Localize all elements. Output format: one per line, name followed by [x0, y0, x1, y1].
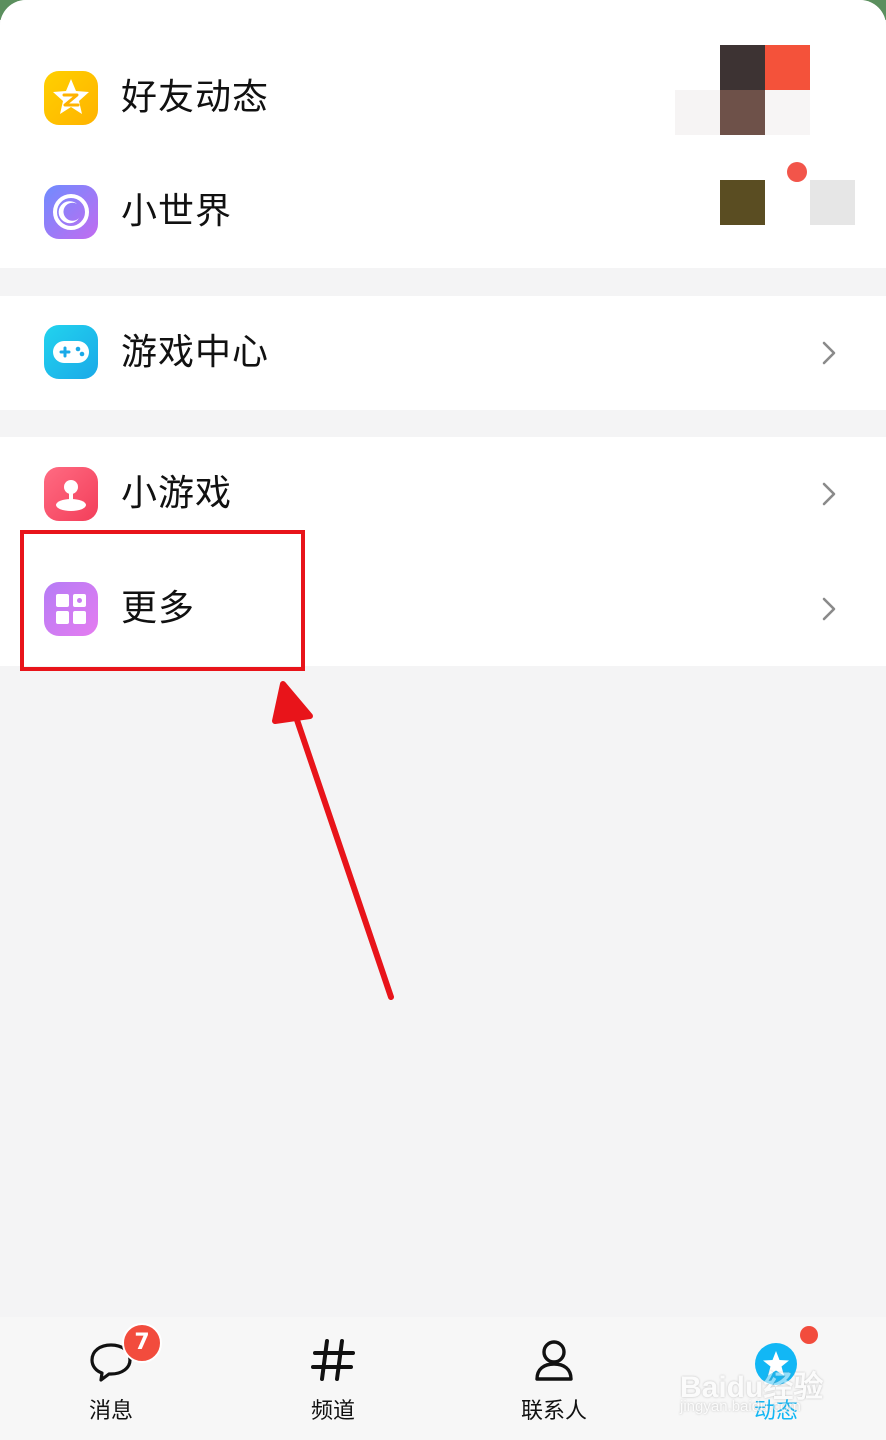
watermark-sub: jingyan.baidu.com	[680, 1398, 801, 1415]
person-icon	[535, 1340, 573, 1381]
tab-contacts[interactable]: 联系人	[474, 1317, 634, 1440]
tab-channels[interactable]: 频道	[253, 1317, 413, 1440]
red-dot-indicator	[800, 1326, 818, 1344]
tab-label: 消息	[88, 1399, 133, 1424]
baidu-watermark: Baidu经验 jingyan.baidu.com	[680, 1362, 840, 1422]
unread-badge: 7	[122, 1323, 162, 1363]
feed-sheet: 好友动态 小世界 游戏中心 小游戏 更多	[0, 0, 886, 1440]
tab-messages[interactable]: 7 消息	[31, 1317, 191, 1440]
tab-label: 频道	[310, 1399, 355, 1424]
annotation-arrow-icon	[272, 681, 394, 1000]
hashtag-icon	[311, 1339, 355, 1381]
tab-label: 联系人	[520, 1399, 587, 1424]
